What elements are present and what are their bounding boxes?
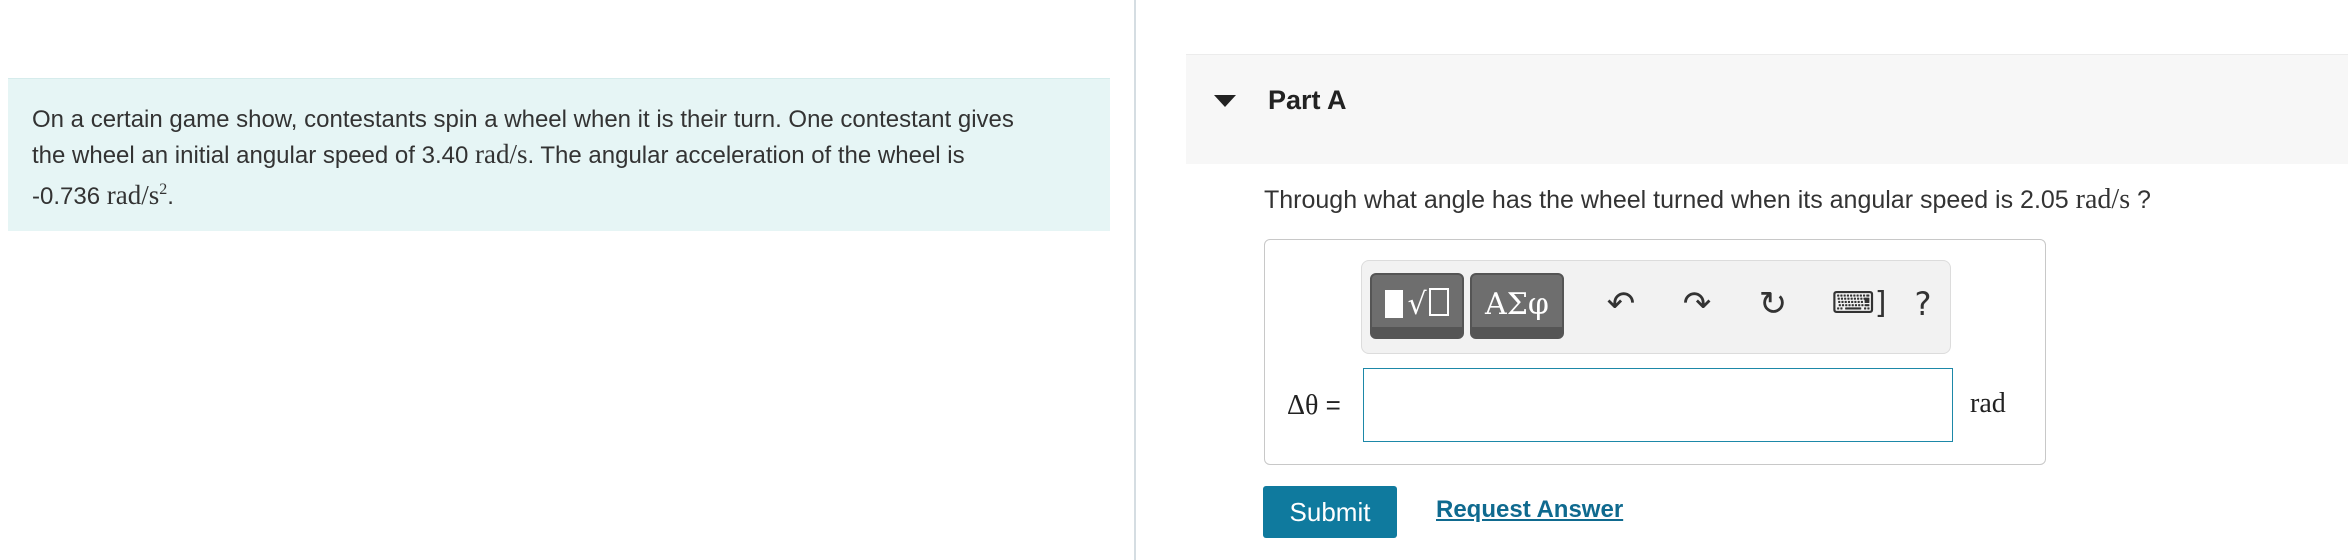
problem-text: . [167, 183, 174, 210]
question-text: Through what angle has the wheel turned … [1264, 184, 2151, 216]
problem-text: -0.736 [32, 183, 107, 210]
templates-button[interactable]: √ [1370, 273, 1464, 339]
undo-icon[interactable]: ↶ [1596, 279, 1646, 329]
templates-icon: √ [1372, 287, 1462, 322]
problem-line-3: -0.736 rad/s2. [32, 173, 1086, 214]
answer-panel: √ ΑΣφ ↶ ↷ ↻ ⌨] ? Δθ = rad [1264, 239, 2046, 465]
math-unit-base: rad/s [106, 180, 160, 210]
math-exponent: 2 [159, 181, 168, 198]
problem-line-2: the wheel an initial angular speed of 3.… [32, 137, 1086, 173]
part-header[interactable]: Part A [1186, 54, 2348, 164]
request-answer-link[interactable]: Request Answer [1436, 496, 1623, 524]
redo-icon[interactable]: ↷ [1672, 279, 1722, 329]
delta-theta-symbol: Δθ [1287, 390, 1319, 421]
reset-icon[interactable]: ↻ [1748, 279, 1798, 329]
question-suffix: ? [2130, 186, 2151, 214]
problem-pane: On a certain game show, contestants spin… [0, 0, 1134, 560]
caret-down-icon[interactable] [1214, 95, 1236, 107]
keyboard-icon[interactable]: ⌨] [1824, 279, 1894, 329]
problem-text: . The angular acceleration of the wheel … [527, 142, 965, 169]
symbols-label: ΑΣφ [1485, 287, 1549, 322]
problem-statement: On a certain game show, contestants spin… [8, 78, 1110, 231]
part-title: Part A [1268, 85, 1347, 115]
submit-button[interactable]: Submit [1263, 486, 1397, 538]
symbols-button[interactable]: ΑΣφ [1470, 273, 1564, 339]
math-toolbar: √ ΑΣφ ↶ ↷ ↻ ⌨] ? [1361, 260, 1951, 354]
math-unit: rad/s2 [107, 180, 167, 210]
math-unit: rad/s [474, 139, 528, 169]
question-prefix: Through what angle has the wheel turned … [1264, 186, 2076, 214]
answer-label: Δθ = [1287, 390, 1341, 422]
answer-unit: rad [1970, 388, 2006, 419]
pane-divider[interactable] [1134, 0, 1136, 560]
math-unit: rad/s [2075, 184, 2131, 215]
answer-input[interactable] [1363, 368, 1953, 442]
problem-line-1: On a certain game show, contestants spin… [32, 106, 1014, 133]
help-icon[interactable]: ? [1898, 279, 1948, 329]
equals-sign: = [1318, 390, 1341, 420]
problem-text: the wheel an initial angular speed of 3.… [32, 142, 475, 169]
